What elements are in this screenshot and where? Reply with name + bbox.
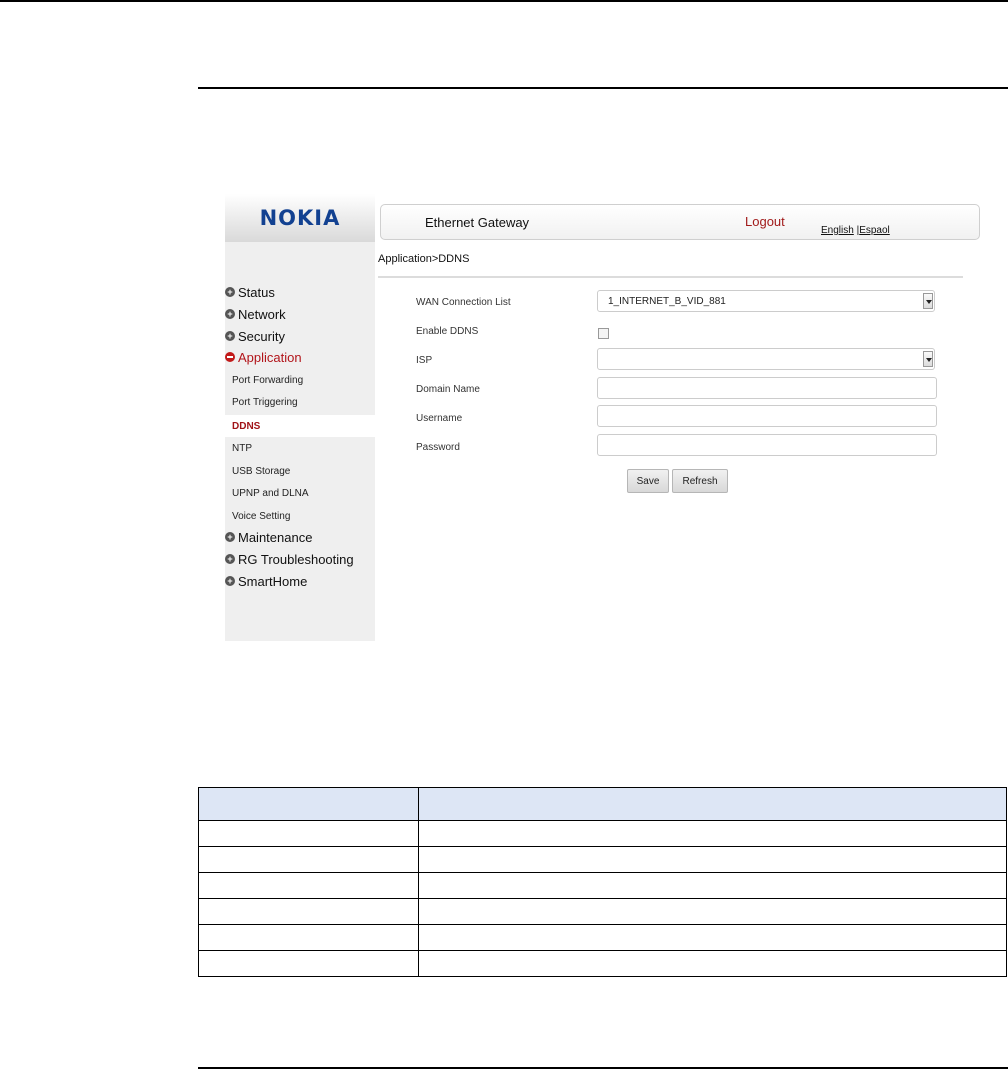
chevron-down-icon	[923, 293, 933, 309]
sidebar-subitem-upnp-dlna[interactable]: UPNP and DLNA	[232, 483, 309, 503]
breadcrumb-divider	[378, 276, 963, 278]
sidebar-item-rg-troubleshooting[interactable]: + RG Troubleshooting	[225, 549, 354, 569]
refresh-button[interactable]: Refresh	[672, 469, 728, 493]
sidebar-subitem-label: NTP	[232, 442, 252, 454]
header-rule	[198, 87, 1008, 89]
plus-icon: +	[225, 554, 235, 564]
sidebar-item-application[interactable]: Application	[225, 347, 302, 367]
sidebar-subitem-label: Port Forwarding	[232, 374, 304, 386]
plus-icon: +	[225, 309, 235, 319]
wan-connection-value: 1_INTERNET_B_VID_881	[608, 296, 726, 307]
sidebar-item-status[interactable]: + Status	[225, 282, 275, 302]
header-title: Ethernet Gateway	[425, 215, 530, 230]
sidebar-subitem-label: UPNP and DLNA	[232, 487, 309, 499]
sidebar-item-label: Status	[238, 284, 275, 300]
minus-icon	[225, 352, 235, 362]
sidebar-subitem-label: Port Triggering	[232, 396, 298, 408]
domain-name-input[interactable]	[597, 377, 937, 399]
table-cell	[418, 898, 1007, 925]
sidebar-item-label: Maintenance	[238, 529, 313, 545]
breadcrumb: Application>DDNS	[378, 253, 470, 265]
plus-icon: +	[225, 532, 235, 542]
sidebar-subitem-port-triggering[interactable]: Port Triggering	[232, 392, 298, 412]
nokia-logo: NOKIA	[259, 206, 341, 230]
table-cell	[418, 872, 1007, 899]
username-input[interactable]	[597, 405, 937, 427]
username-label: Username	[416, 413, 463, 424]
table-cell	[198, 924, 419, 951]
sidebar-subitem-voice-setting[interactable]: Voice Setting	[232, 506, 290, 526]
table-header-cell	[198, 787, 419, 821]
sidebar-item-label: Network	[238, 306, 286, 322]
sidebar-subitem-label: USB Storage	[232, 465, 291, 477]
wan-connection-select[interactable]: 1_INTERNET_B_VID_881	[597, 290, 935, 312]
domain-name-label: Domain Name	[416, 384, 480, 395]
sidebar-subitem-port-forwarding[interactable]: Port Forwarding	[232, 370, 303, 390]
sidebar-subitem-label: DDNS	[232, 420, 261, 432]
table-header-cell	[418, 787, 1007, 821]
table-cell	[198, 820, 419, 847]
plus-icon: +	[225, 287, 235, 297]
sidebar-item-label: Security	[238, 328, 285, 344]
table-row	[198, 924, 1007, 951]
isp-label: ISP	[416, 355, 433, 366]
table-row	[198, 846, 1007, 873]
sidebar-item-security[interactable]: + Security	[225, 326, 285, 346]
table-row	[198, 820, 1007, 847]
password-input[interactable]	[597, 434, 937, 456]
router-screenshot: NOKIA + Status + Network + Security Appl…	[225, 194, 982, 641]
lang-english-link[interactable]: English	[821, 225, 854, 236]
sidebar-subitem-label: Voice Setting	[232, 510, 291, 522]
top-rule	[0, 0, 1008, 2]
table-cell	[198, 846, 419, 873]
sidebar-item-label: RG Troubleshooting	[238, 551, 354, 567]
sidebar-subitem-ddns[interactable]: DDNS	[232, 416, 260, 436]
sidebar-subitem-usb-storage[interactable]: USB Storage	[232, 461, 290, 481]
sidebar-subitem-ntp[interactable]: NTP	[232, 438, 252, 458]
plus-icon: +	[225, 331, 235, 341]
table-cell	[198, 872, 419, 899]
sidebar-item-maintenance[interactable]: + Maintenance	[225, 527, 312, 547]
table-header-row	[198, 787, 1007, 821]
enable-ddns-label: Enable DDNS	[416, 326, 479, 337]
password-label: Password	[416, 442, 460, 453]
parameter-table	[198, 787, 1007, 977]
language-switcher: English |Espaol	[821, 225, 890, 236]
table-cell	[418, 846, 1007, 873]
table-row	[198, 872, 1007, 899]
logo-area: NOKIA	[225, 194, 375, 242]
save-button[interactable]: Save	[627, 469, 669, 493]
sidebar-item-smarthome[interactable]: + SmartHome	[225, 571, 307, 591]
table-cell	[418, 924, 1007, 951]
plus-icon: +	[225, 576, 235, 586]
table-cell	[198, 898, 419, 925]
sidebar: NOKIA + Status + Network + Security Appl…	[225, 194, 375, 641]
table-cell	[418, 950, 1007, 977]
isp-select[interactable]	[597, 348, 935, 370]
table-row	[198, 898, 1007, 925]
sidebar-item-label: Application	[238, 349, 302, 365]
logout-link[interactable]: Logout	[745, 214, 785, 229]
lang-spanish-link[interactable]: Espaol	[859, 225, 890, 236]
sidebar-item-label: SmartHome	[238, 573, 308, 589]
footer-rule	[198, 1067, 1008, 1069]
wan-connection-label: WAN Connection List	[416, 297, 511, 308]
enable-ddns-checkbox[interactable]	[598, 328, 609, 339]
table-cell	[198, 950, 419, 977]
table-row	[198, 950, 1007, 977]
sidebar-item-network[interactable]: + Network	[225, 304, 286, 324]
chevron-down-icon	[923, 351, 933, 367]
table-cell	[418, 820, 1007, 847]
header-bar: Ethernet Gateway Logout English |Espaol	[380, 204, 980, 240]
